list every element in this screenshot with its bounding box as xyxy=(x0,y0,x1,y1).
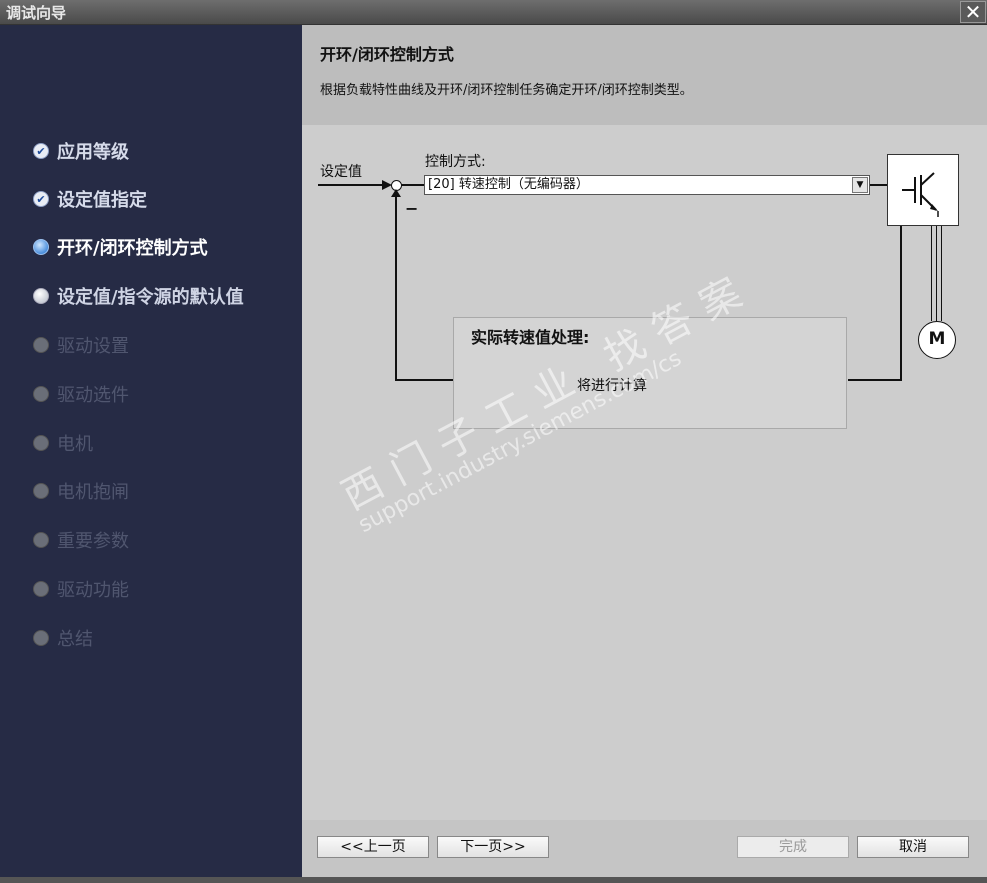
disabled-step-icon xyxy=(33,581,49,597)
next-button[interactable]: 下一页>> xyxy=(437,836,549,858)
speed-processing-text: 将进行计算 xyxy=(577,378,647,394)
control-diagram: 设定值 − 控制方式: [20] 转速控制（无编码器） ▼ M 实际转速值处理:… xyxy=(302,125,987,475)
title-bar: 调试向导 ✕ xyxy=(0,0,987,25)
setpoint-label: 设定值 xyxy=(320,164,362,180)
check-icon: ✔ xyxy=(33,143,49,159)
setpoint-line xyxy=(318,184,384,186)
step-drive-settings: 驱动设置 xyxy=(33,332,129,358)
step-label: 重要参数 xyxy=(57,531,129,552)
feedback-line xyxy=(395,191,397,381)
control-mode-value: [20] 转速控制（无编码器） xyxy=(428,177,589,192)
close-button[interactable]: ✕ xyxy=(960,1,986,23)
current-step-icon xyxy=(33,239,49,255)
step-drive-functions: 驱动功能 xyxy=(33,576,129,602)
step-motor-brake: 电机抱闸 xyxy=(33,478,129,504)
feedback-line xyxy=(900,226,902,380)
motor-icon: M xyxy=(918,321,956,359)
disabled-step-icon xyxy=(33,532,49,548)
disabled-step-icon xyxy=(33,337,49,353)
control-mode-label: 控制方式: xyxy=(425,154,486,170)
check-icon: ✔ xyxy=(33,191,49,207)
feedback-line xyxy=(848,379,902,381)
arrow-up-icon xyxy=(391,189,401,197)
igbt-icon xyxy=(902,172,939,217)
step-label: 应用等级 xyxy=(57,142,129,163)
step-summary: 总结 xyxy=(33,625,93,651)
page-description: 根据负载特性曲线及开环/闭环控制任务确定开环/闭环控制类型。 xyxy=(320,83,693,98)
minus-sign: − xyxy=(405,199,419,218)
speed-processing-box: 实际转速值处理: 将进行计算 xyxy=(453,317,847,429)
disabled-step-icon xyxy=(33,435,49,451)
inverter-box xyxy=(887,154,959,226)
dropdown-arrow-icon[interactable]: ▼ xyxy=(852,177,868,193)
step-label: 电机抱闸 xyxy=(57,482,129,503)
step-label: 设定值指定 xyxy=(57,190,147,211)
cancel-button[interactable]: 取消 xyxy=(857,836,969,858)
disabled-step-icon xyxy=(33,630,49,646)
window-title: 调试向导 xyxy=(6,4,67,22)
motor-cable xyxy=(941,226,942,321)
page-header: 开环/闭环控制方式 根据负载特性曲线及开环/闭环控制任务确定开环/闭环控制类型。 xyxy=(302,25,987,125)
step-label: 设定值/指令源的默认值 xyxy=(57,287,244,308)
step-control-mode[interactable]: 开环/闭环控制方式 xyxy=(33,234,208,260)
speed-processing-title: 实际转速值处理: xyxy=(471,328,590,347)
window-bottom-border xyxy=(0,877,987,883)
footer-bar: <<上一页 下一页>> 完成 取消 xyxy=(302,820,987,877)
step-setpoint-defaults[interactable]: 设定值/指令源的默认值 xyxy=(33,283,244,309)
connector-line xyxy=(401,184,424,186)
pending-step-icon xyxy=(33,288,49,304)
disabled-step-icon xyxy=(33,483,49,499)
step-motor: 电机 xyxy=(33,430,93,456)
motor-cable xyxy=(936,226,937,321)
step-important-params: 重要参数 xyxy=(33,527,129,553)
step-label: 开环/闭环控制方式 xyxy=(57,238,208,259)
prev-button[interactable]: <<上一页 xyxy=(317,836,429,858)
step-label: 电机 xyxy=(57,434,93,455)
page-title: 开环/闭环控制方式 xyxy=(320,45,454,64)
connector-line xyxy=(870,184,887,186)
step-label: 总结 xyxy=(57,629,93,650)
step-application-class[interactable]: ✔ 应用等级 xyxy=(33,138,129,164)
feedback-line xyxy=(395,379,453,381)
content-area: 开环/闭环控制方式 根据负载特性曲线及开环/闭环控制任务确定开环/闭环控制类型。… xyxy=(302,25,987,877)
step-drive-options: 驱动选件 xyxy=(33,381,129,407)
motor-cable xyxy=(931,226,932,321)
finish-button: 完成 xyxy=(737,836,849,858)
wizard-steps-panel: ✔ 应用等级 ✔ 设定值指定 开环/闭环控制方式 设定值/指令源的默认值 驱动设… xyxy=(0,25,302,877)
step-label: 驱动选件 xyxy=(57,385,129,406)
disabled-step-icon xyxy=(33,386,49,402)
control-mode-dropdown[interactable]: [20] 转速控制（无编码器） ▼ xyxy=(424,175,870,195)
step-label: 驱动功能 xyxy=(57,580,129,601)
step-setpoint-spec[interactable]: ✔ 设定值指定 xyxy=(33,186,147,212)
step-label: 驱动设置 xyxy=(57,336,129,357)
